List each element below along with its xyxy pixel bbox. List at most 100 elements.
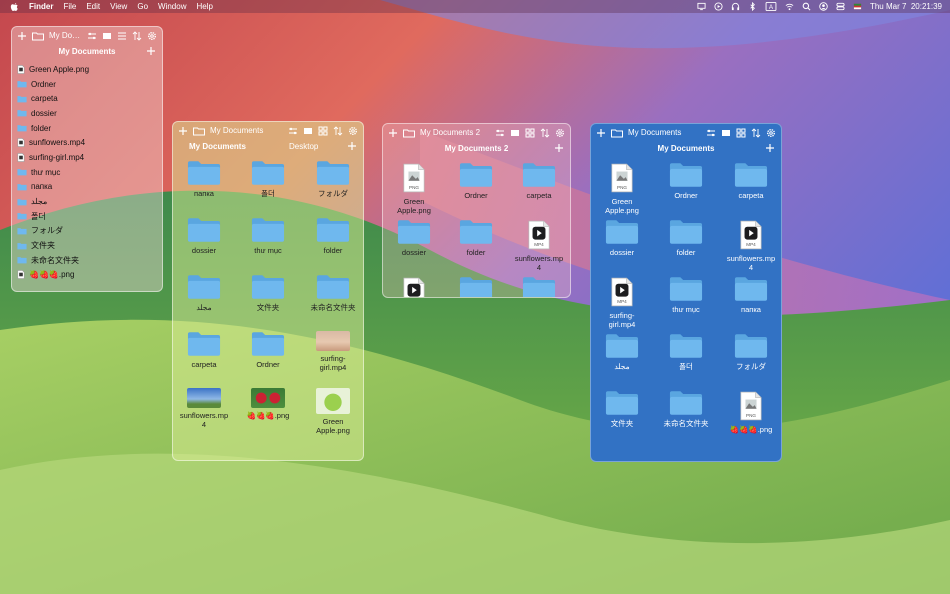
list-item[interactable]: thư mục <box>12 165 162 180</box>
grid-item[interactable]: dossier <box>591 219 653 257</box>
add-icon[interactable] <box>596 128 606 138</box>
grid-view-icon[interactable] <box>736 128 746 138</box>
grid-item[interactable]: dossier <box>173 217 235 255</box>
grid-item[interactable]: thư mục <box>237 217 299 255</box>
folder-icon[interactable] <box>32 31 44 41</box>
list-item[interactable]: папка <box>12 180 162 195</box>
folder-icon[interactable] <box>611 128 623 138</box>
grid-item[interactable]: 폴더 <box>237 160 299 198</box>
list-item[interactable]: Ordner <box>12 77 162 92</box>
grid-item[interactable]: フォルダ <box>720 333 781 371</box>
list-item[interactable]: مجلد <box>12 194 162 209</box>
list-item[interactable]: 未命名文件夹 <box>12 253 162 268</box>
grid-item[interactable]: Ordner <box>445 162 507 200</box>
grid-item[interactable]: PNG 🍓🍓🍓.png <box>720 390 781 434</box>
window-view-icon[interactable] <box>303 126 313 136</box>
wifi-icon[interactable] <box>785 2 794 11</box>
tab-my-documents[interactable]: My Documents <box>189 142 246 151</box>
grid-item[interactable]: folder <box>655 219 717 257</box>
flag-icon[interactable] <box>853 2 862 11</box>
apple-logo-icon[interactable] <box>10 2 19 12</box>
grid-item[interactable]: папка <box>720 276 781 314</box>
grid-item[interactable]: 폴더 <box>655 333 717 371</box>
path-title[interactable]: My Documents 2 <box>445 144 509 153</box>
grid-item[interactable]: مجلد <box>173 274 235 312</box>
sliders-icon[interactable] <box>87 31 97 41</box>
sort-icon[interactable] <box>540 127 550 138</box>
grid-view-icon[interactable] <box>525 128 535 138</box>
add-icon[interactable] <box>554 143 564 153</box>
sort-icon[interactable] <box>333 125 343 136</box>
grid-item[interactable]: PNG Green Apple.png <box>383 162 445 215</box>
keyboard-input-icon[interactable]: A <box>765 2 777 11</box>
grid-item[interactable]: MP4 <box>383 276 445 297</box>
menu-edit[interactable]: Edit <box>86 2 100 11</box>
list-item[interactable]: dossier <box>12 106 162 121</box>
list-item[interactable]: folder <box>12 121 162 136</box>
grid-item[interactable]: Ordner <box>237 331 299 369</box>
control-center-icon[interactable] <box>836 2 845 11</box>
grid-item[interactable]: PNG Green Apple.png <box>591 162 653 215</box>
grid-item[interactable]: carpeta <box>173 331 235 369</box>
window-view-icon[interactable] <box>510 128 520 138</box>
grid-item[interactable]: surfing- girl.mp4 <box>302 331 363 372</box>
list-item[interactable]: 🍓🍓🍓.png <box>12 268 162 283</box>
grid-item[interactable]: папка <box>173 160 235 198</box>
menu-go[interactable]: Go <box>137 2 148 11</box>
path-title[interactable]: My Documents <box>59 47 116 56</box>
headphones-icon[interactable] <box>731 2 740 11</box>
bluetooth-icon[interactable] <box>748 2 757 11</box>
play-circle-icon[interactable] <box>714 2 723 11</box>
add-icon[interactable] <box>765 143 775 153</box>
grid-item[interactable]: dossier <box>383 219 445 257</box>
user-icon[interactable] <box>819 2 828 11</box>
sort-icon[interactable] <box>751 127 761 138</box>
grid-item[interactable] <box>508 276 570 297</box>
grid-item[interactable]: sunflowers.mp 4 <box>173 388 235 429</box>
gear-icon[interactable] <box>555 128 565 138</box>
folder-icon[interactable] <box>193 126 205 136</box>
window-view-icon[interactable] <box>721 128 731 138</box>
grid-item[interactable] <box>445 276 507 297</box>
menu-window[interactable]: Window <box>158 2 186 11</box>
gear-icon[interactable] <box>348 126 358 136</box>
list-view-icon[interactable] <box>117 31 127 41</box>
list-item[interactable]: surfing-girl.mp4 <box>12 150 162 165</box>
sliders-icon[interactable] <box>288 126 298 136</box>
menu-app-name[interactable]: Finder <box>29 2 53 11</box>
add-icon[interactable] <box>347 141 357 151</box>
list-item[interactable]: 文件夹 <box>12 238 162 253</box>
grid-item[interactable]: folder <box>445 219 507 257</box>
tab-desktop[interactable]: Desktop <box>289 142 318 151</box>
sliders-icon[interactable] <box>495 128 505 138</box>
list-item[interactable]: 폴더 <box>12 209 162 224</box>
grid-item[interactable]: MP4 surfing- girl.mp4 <box>591 276 653 329</box>
list-item[interactable]: Green Apple.png <box>12 62 162 77</box>
window-view-icon[interactable] <box>102 31 112 41</box>
add-icon[interactable] <box>388 128 398 138</box>
list-item[interactable]: フォルダ <box>12 224 162 239</box>
menu-file[interactable]: File <box>63 2 76 11</box>
folder-icon[interactable] <box>403 128 415 138</box>
grid-item[interactable]: folder <box>302 217 363 255</box>
list-item[interactable]: carpeta <box>12 91 162 106</box>
grid-item[interactable]: carpeta <box>720 162 781 200</box>
search-icon[interactable] <box>802 2 811 11</box>
grid-item[interactable]: مجلد <box>591 333 653 371</box>
grid-item[interactable]: 文件夹 <box>591 390 653 428</box>
menu-help[interactable]: Help <box>196 2 212 11</box>
add-icon[interactable] <box>146 46 156 56</box>
gear-icon[interactable] <box>147 31 157 41</box>
grid-item[interactable]: 文件夹 <box>237 274 299 312</box>
add-icon[interactable] <box>178 126 188 136</box>
grid-item[interactable]: Green Apple.png <box>302 388 363 435</box>
display-icon[interactable] <box>697 2 706 11</box>
grid-item[interactable]: MP4 sunflowers.mp 4 <box>508 219 570 272</box>
sliders-icon[interactable] <box>706 128 716 138</box>
grid-item[interactable]: 未命名文件夹 <box>655 390 717 428</box>
menubar-clock[interactable]: Thu Mar 7 20:21:39 <box>870 2 942 11</box>
grid-item[interactable]: Ordner <box>655 162 717 200</box>
grid-item[interactable]: 🍓🍓🍓.png <box>237 388 299 420</box>
path-title[interactable]: My Documents <box>658 144 715 153</box>
menu-view[interactable]: View <box>110 2 127 11</box>
